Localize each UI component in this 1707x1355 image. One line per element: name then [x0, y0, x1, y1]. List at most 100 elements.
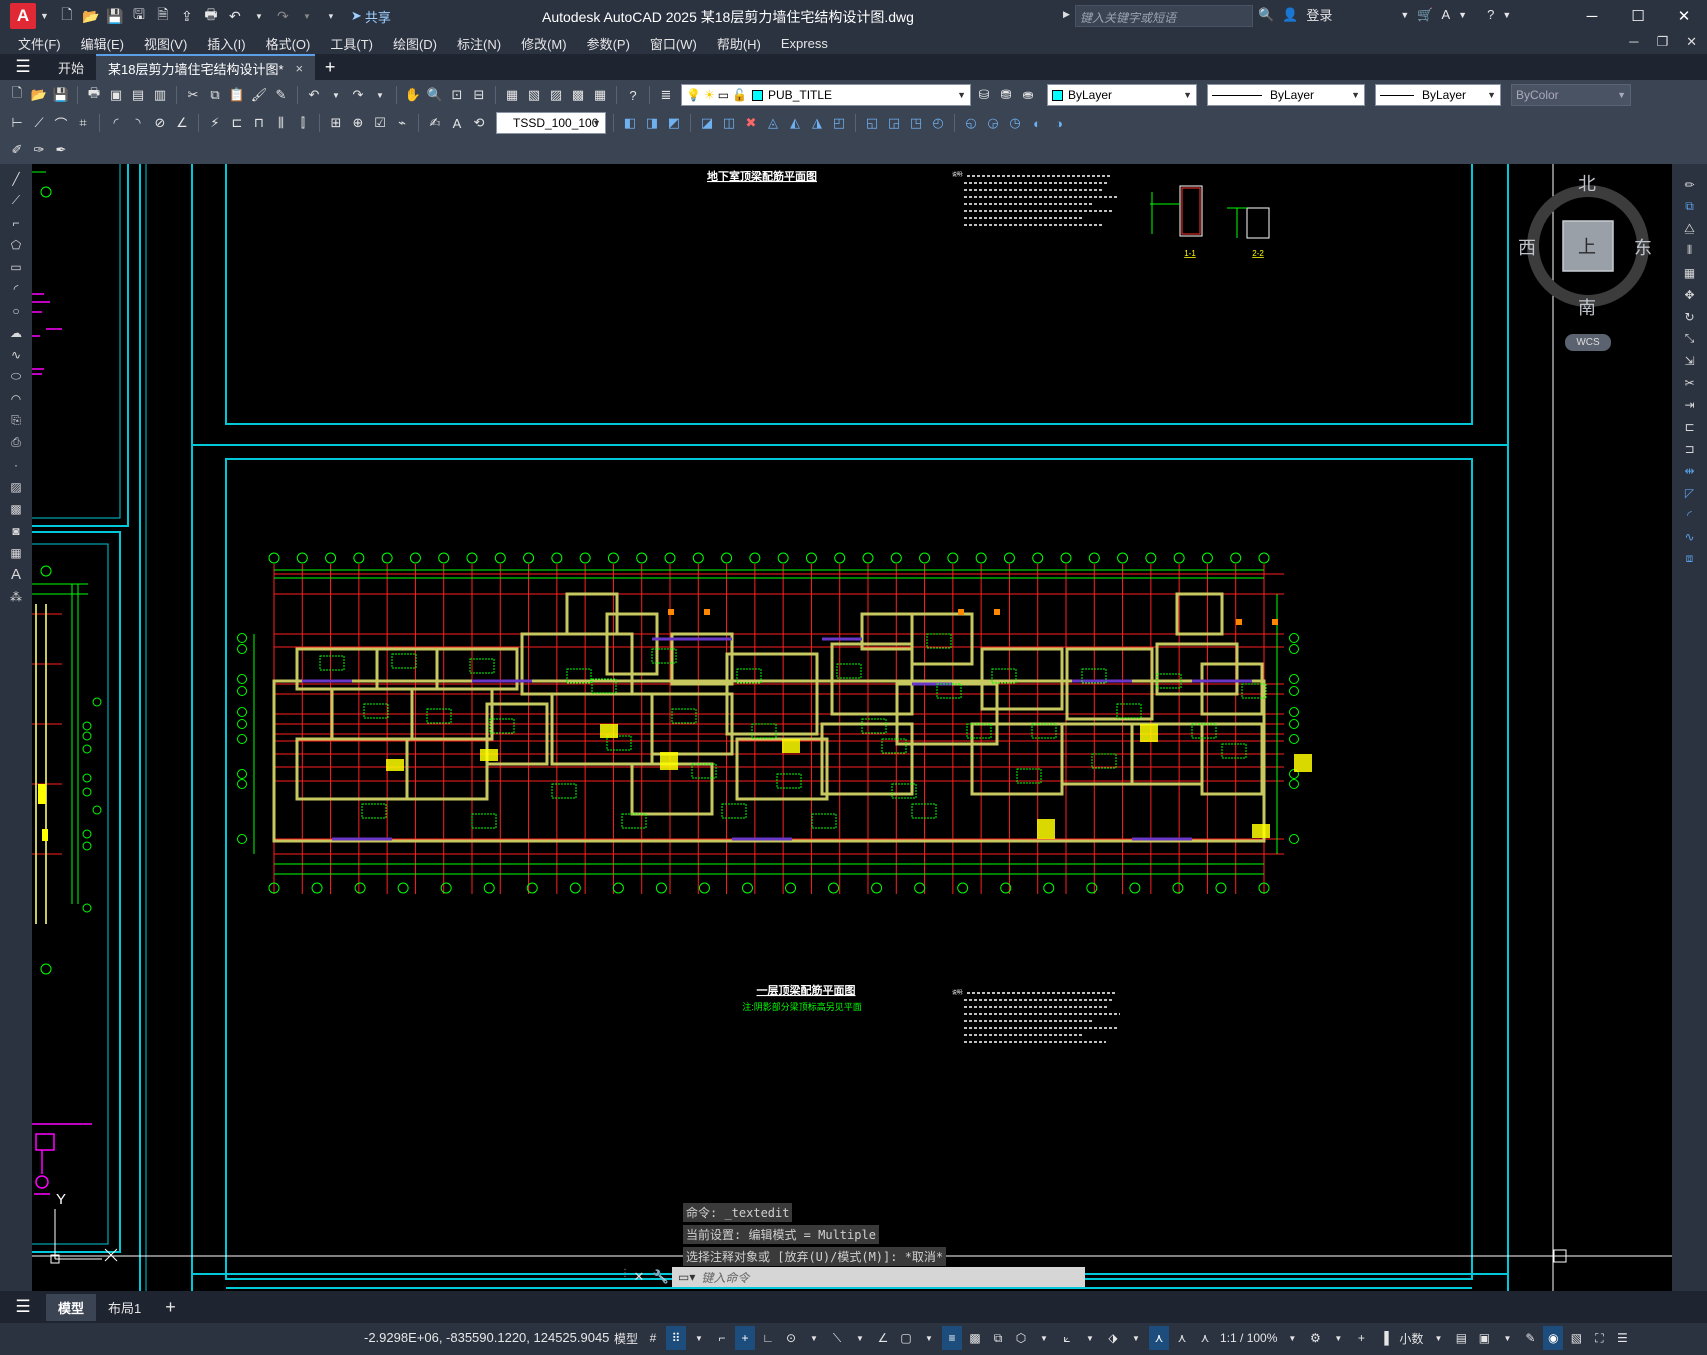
plotstyle-dropdown[interactable]: ByColor ▼ [1511, 84, 1631, 106]
help-icon[interactable]: ? [1487, 7, 1494, 22]
quick-dim-icon[interactable]: ⚡ [206, 114, 224, 132]
baseline-dim-icon[interactable]: ⊏ [228, 114, 246, 132]
hardware-acceleration-icon[interactable]: ◉ [1543, 1326, 1564, 1350]
viewcube[interactable]: 北 南 东 西 上 [1518, 174, 1660, 356]
copy-icon[interactable]: ⧉ [206, 86, 224, 104]
iso-dropdown-icon[interactable]: ▼ [850, 1326, 870, 1350]
ortho-icon[interactable]: ∟ [758, 1326, 778, 1350]
print-icon[interactable]: 🖶 [201, 6, 221, 26]
subtract-icon[interactable]: ◫ [720, 114, 738, 132]
menu-modify[interactable]: 修改(M) [511, 34, 577, 53]
redo-icon[interactable]: ↷ [349, 86, 367, 104]
viewcube-south[interactable]: 南 [1578, 294, 1596, 320]
dynamic-ucs-icon[interactable]: ⟀ [1057, 1326, 1077, 1350]
circle-icon[interactable]: ○ [6, 302, 26, 319]
layer-properties-icon[interactable]: ≣ [657, 86, 675, 104]
copy-object-icon[interactable]: ⧉ [1680, 198, 1700, 215]
insert-block-icon[interactable]: ⎘ [6, 412, 26, 429]
hatch-icon[interactable]: ▨ [6, 478, 26, 495]
publish-icon[interactable]: 🗎 [153, 6, 173, 26]
construction-line-icon[interactable]: ⟋ [6, 192, 26, 209]
match-properties-icon[interactable]: 🖌 [250, 86, 268, 104]
snap-dropdown-icon[interactable]: ▼ [689, 1326, 709, 1350]
dim-text-edit-icon[interactable]: A [448, 114, 466, 132]
zoom-window-icon[interactable]: ⊡ [448, 86, 466, 104]
plot-icon[interactable]: 🖶 [85, 85, 103, 104]
open-folder-icon[interactable]: 📂 [81, 6, 101, 26]
menu-edit[interactable]: 编辑(E) [71, 34, 134, 53]
app-menu-chevron-icon[interactable]: ▼ [40, 11, 49, 21]
undo-icon[interactable]: ↶ [305, 86, 323, 104]
text-style-icon[interactable]: ✑ [30, 141, 48, 159]
scale-icon[interactable]: ⤡ [1680, 330, 1700, 347]
annotation-scale-value[interactable]: 1:1 / 100% [1218, 1326, 1279, 1350]
app-dropdown-icon[interactable]: ▼ [1458, 10, 1467, 20]
solid-edit-3-icon[interactable]: ◷ [1006, 114, 1024, 132]
calculator-icon[interactable]: ▦ [591, 86, 609, 104]
search-icon[interactable]: 🔍 [1258, 7, 1274, 23]
search-expand-icon[interactable]: ▶ [1063, 9, 1070, 20]
gradient-icon[interactable]: ▩ [6, 500, 26, 517]
chamfer-icon[interactable]: ◸ [1680, 484, 1700, 501]
selection-filter-icon[interactable]: ⬗ [1103, 1326, 1123, 1350]
polyline-icon[interactable]: ⌐ [6, 214, 26, 231]
open-icon[interactable]: 📂 [30, 86, 48, 104]
close-window-icon[interactable]: ✕ [1661, 0, 1707, 32]
auto-scale-icon[interactable]: ⋏ [1172, 1326, 1192, 1350]
save-icon[interactable]: 💾 [52, 86, 70, 104]
multileader-icon[interactable]: ✐ [8, 141, 26, 159]
polar-dropdown-icon[interactable]: ▼ [804, 1326, 824, 1350]
cut-icon[interactable]: ✂ [184, 86, 202, 104]
tab-start[interactable]: 开始 [46, 54, 96, 80]
arc-length-icon[interactable]: ⌒ [52, 114, 70, 132]
command-input[interactable]: ▭▾ 键入命令 [672, 1267, 1085, 1287]
sweep-icon[interactable]: ◳ [907, 114, 925, 132]
3d-box-icon[interactable]: ◧ [621, 114, 639, 132]
continue-dim-icon[interactable]: ⊓ [250, 114, 268, 132]
center-mark-icon[interactable]: ⊕ [349, 114, 367, 132]
recent-commands-icon[interactable]: ▭▾ [678, 1270, 695, 1284]
user-icon[interactable]: 👤 [1282, 7, 1298, 23]
object-snap-tracking-icon[interactable]: ∠ [873, 1326, 893, 1350]
tab-drawing[interactable]: 某18层剪力墙住宅结构设计图* × [96, 54, 316, 80]
annotation-visibility-icon[interactable]: ⋏ [1149, 1326, 1170, 1350]
redo-icon[interactable]: ↷ [273, 6, 293, 26]
multiline-text-icon[interactable]: A [6, 566, 26, 583]
undo-dropdown-icon[interactable]: ▼ [249, 6, 269, 26]
infer-constraints-icon[interactable]: ⌐ [712, 1326, 732, 1350]
radius-dim-icon[interactable]: ◜ [107, 114, 125, 132]
break-at-point-icon[interactable]: ⊏ [1680, 418, 1700, 435]
erase-icon[interactable]: ✏ [1680, 176, 1700, 193]
spline-icon[interactable]: ∿ [6, 346, 26, 363]
customize-qa-icon[interactable]: ▾ [321, 6, 341, 26]
viewcube-top-face[interactable]: 上 [1578, 233, 1596, 259]
ellipse-arc-icon[interactable]: ◠ [6, 390, 26, 407]
dynamic-ucs-dropdown-icon[interactable]: ▼ [1080, 1326, 1100, 1350]
customize-wrench-icon[interactable]: 🔧 [650, 1267, 672, 1287]
snap-mode-icon[interactable]: ⠿ [666, 1326, 687, 1350]
explode-icon[interactable]: ⧈ [1680, 550, 1700, 567]
help-search-input[interactable]: 键入关键字或短语 [1075, 5, 1253, 27]
dynamic-input-icon[interactable]: + [735, 1326, 756, 1350]
selection-cycling-icon[interactable]: ⧉ [988, 1326, 1008, 1350]
aligned-dim-icon[interactable]: ⟋ [30, 114, 48, 132]
3d-print-icon[interactable]: ▥ [151, 86, 169, 104]
menu-file[interactable]: 文件(F) [8, 34, 71, 53]
fillet-icon[interactable]: ◜ [1680, 506, 1700, 523]
autocad-logo-icon[interactable]: A [10, 3, 36, 29]
zoom-previous-icon[interactable]: ⊟ [470, 86, 488, 104]
redo-list-icon[interactable]: ▼ [371, 86, 389, 104]
scale-dropdown-icon[interactable]: ▼ [1282, 1326, 1302, 1350]
region-icon[interactable]: ◙ [6, 522, 26, 539]
gizmo-dropdown-icon[interactable]: ▼ [1126, 1326, 1146, 1350]
model-space-toggle[interactable]: 模型 [612, 1326, 640, 1350]
undo-list-icon[interactable]: ▼ [327, 86, 345, 104]
coordinates-readout[interactable]: -2.9298E+06, -835590.1220, 124525.9045 [364, 1330, 609, 1345]
linetype-dropdown[interactable]: ByLayer ▼ [1207, 84, 1365, 106]
sheet-set-icon[interactable]: ▩ [569, 86, 587, 104]
help-dropdown-icon[interactable]: ▼ [1502, 10, 1511, 20]
dim-update-icon[interactable]: ⟲ [470, 114, 488, 132]
properties-icon[interactable]: ▦ [503, 86, 521, 104]
solid-edit-1-icon[interactable]: ◵ [962, 114, 980, 132]
layer-previous-icon[interactable]: ⛃ [997, 86, 1015, 104]
